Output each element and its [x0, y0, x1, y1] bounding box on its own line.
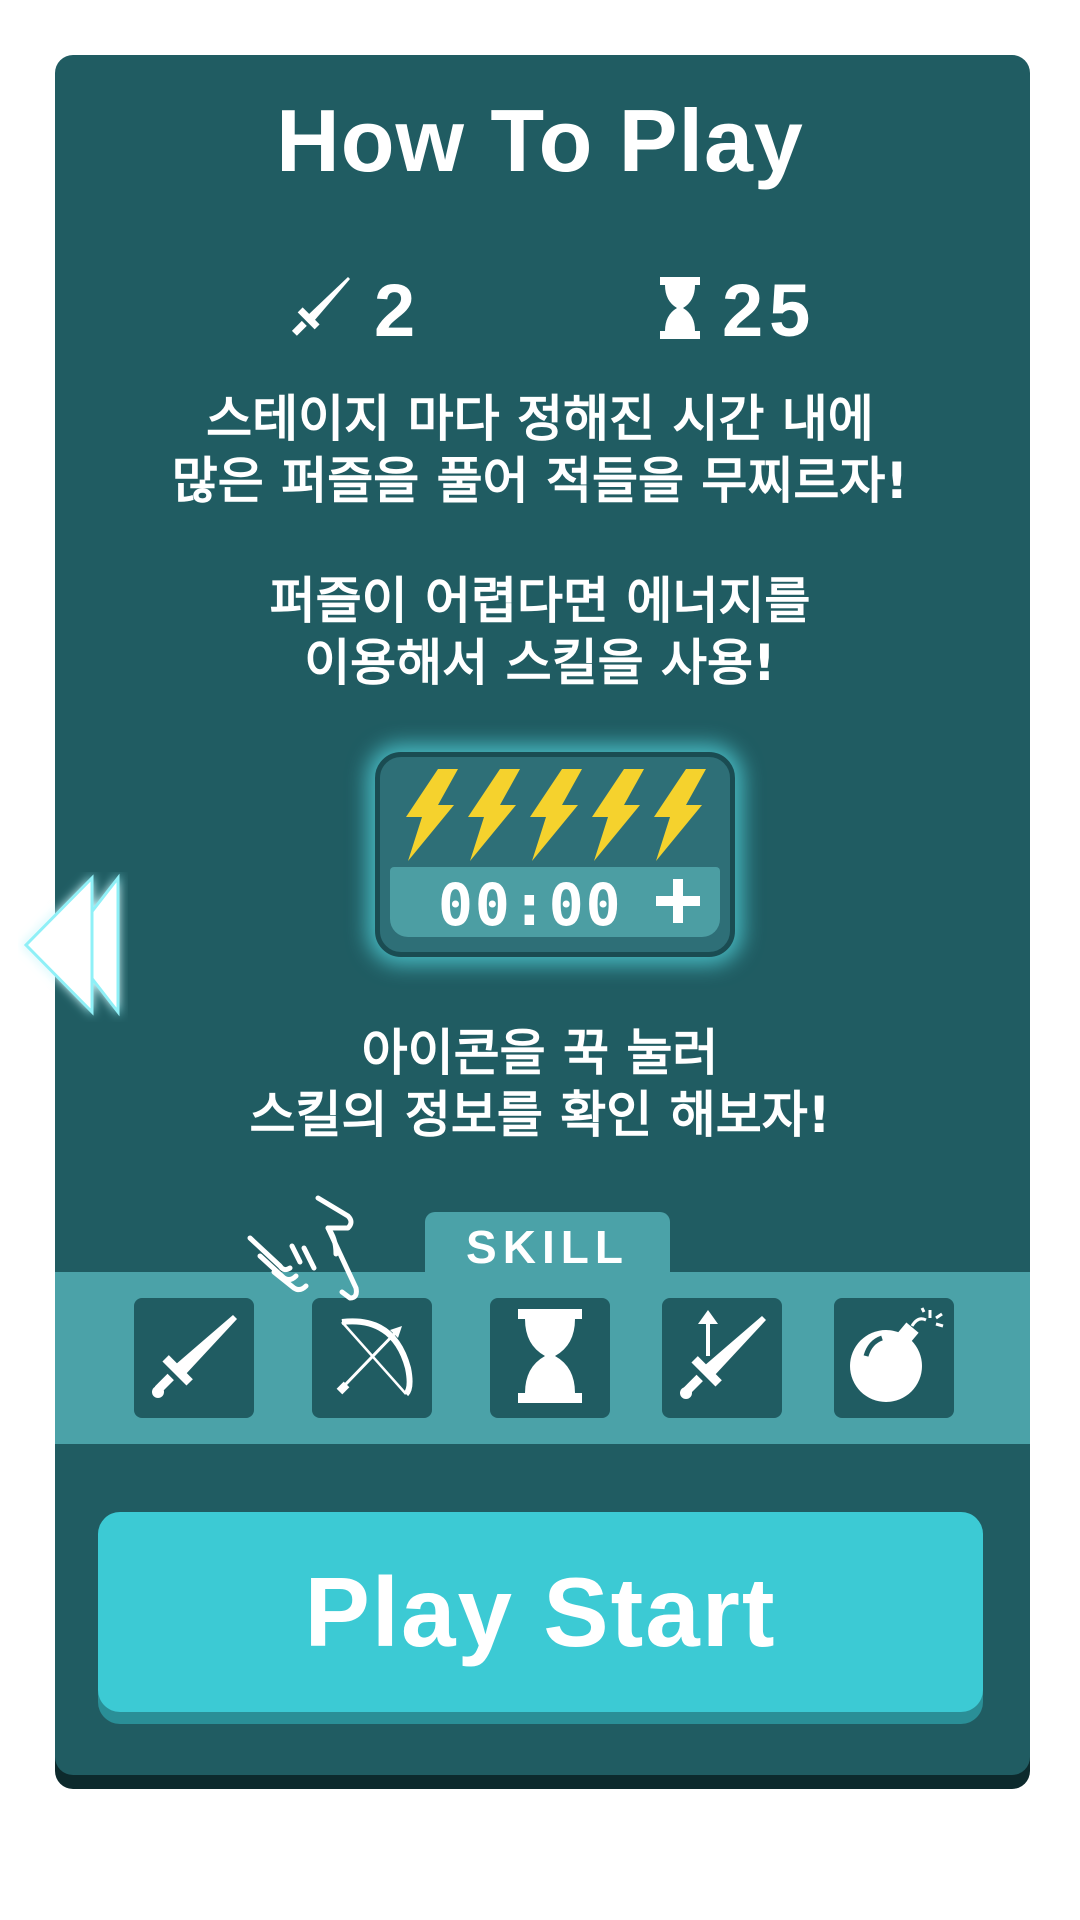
- energy-timer-bar: 00:00: [390, 867, 720, 939]
- lightning-icon: [394, 767, 460, 867]
- instruction-text: 스킬의 정보를 확인 해보자!: [249, 1086, 831, 1144]
- skill-bar: [55, 1272, 1030, 1444]
- plus-icon[interactable]: [654, 877, 702, 929]
- instruction-block-3: 아이콘을 꾹 눌러 스킬의 정보를 확인 해보자!: [0, 1022, 1080, 1146]
- pointing-hand-icon: [240, 1188, 380, 1318]
- lightning-icon: [580, 767, 646, 867]
- bow-icon: [324, 1308, 420, 1408]
- attack-stat: 2: [290, 268, 422, 352]
- lightning-icon: [456, 767, 522, 867]
- double-left-arrow-icon: [23, 873, 120, 1017]
- energy-panel[interactable]: 00:00: [375, 752, 735, 957]
- time-stat: 25: [660, 268, 817, 352]
- skill-tab: SKILL: [425, 1212, 670, 1278]
- energy-bolts: [394, 767, 708, 867]
- time-value: 25: [722, 268, 817, 352]
- bomb-icon: [844, 1306, 944, 1410]
- hourglass-icon: [660, 277, 700, 343]
- instruction-text: 많은 퍼즐을 풀어 적들을 무찌르자!: [171, 452, 909, 510]
- play-start-button[interactable]: Play Start: [98, 1512, 983, 1712]
- instruction-text: 이용해서 스킬을 사용!: [304, 634, 776, 692]
- instruction-text: 스테이지 마다 정해진 시간 내에: [206, 390, 874, 448]
- energy-timer: 00:00: [438, 871, 623, 939]
- sword-up-icon: [674, 1308, 770, 1408]
- instruction-text: 퍼즐이 어렵다면 에너지를: [269, 572, 811, 630]
- instruction-text: 아이콘을 꾹 눌러: [361, 1024, 719, 1082]
- skill-slot-sword[interactable]: [134, 1298, 254, 1418]
- sword-icon: [149, 1311, 239, 1405]
- back-arrow-button[interactable]: [18, 872, 128, 1022]
- hourglass-icon: [518, 1309, 582, 1407]
- sword-icon: [290, 275, 352, 345]
- skill-slot-sword-up[interactable]: [662, 1298, 782, 1418]
- skill-slot-bomb[interactable]: [834, 1298, 954, 1418]
- attack-value: 2: [374, 268, 422, 352]
- page-title: How To Play: [276, 91, 804, 190]
- skill-slot-hourglass[interactable]: [490, 1298, 610, 1418]
- instruction-block-1: 스테이지 마다 정해진 시간 내에 많은 퍼즐을 풀어 적들을 무찌르자!: [0, 388, 1080, 512]
- lightning-icon: [518, 767, 584, 867]
- instruction-block-2: 퍼즐이 어렵다면 에너지를 이용해서 스킬을 사용!: [0, 570, 1080, 694]
- lightning-icon: [642, 767, 708, 867]
